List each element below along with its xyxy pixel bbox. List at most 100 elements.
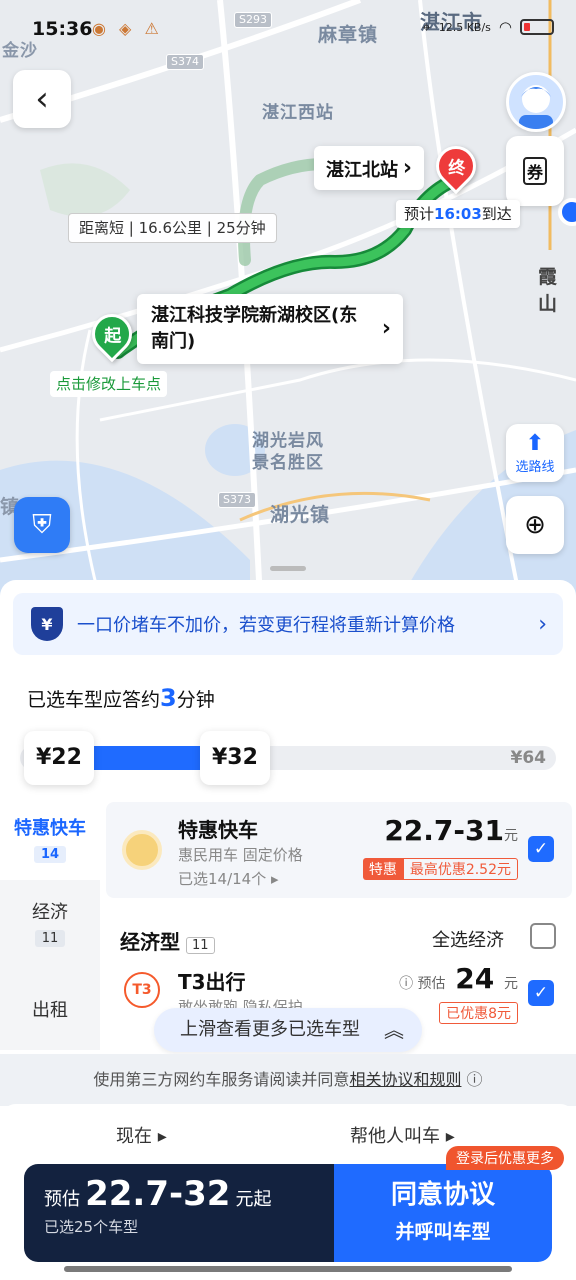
special-selected-text: 已选14/14个 [178, 870, 267, 888]
map-label-huguang-town: 湖光镇 [270, 504, 331, 526]
caret-right-icon: ▸ [271, 870, 279, 888]
tab-special-label: 特惠快车 [14, 818, 86, 839]
info-icon: ⓘ [399, 976, 418, 992]
chevron-right-icon: › [381, 316, 391, 341]
special-checkbox[interactable]: ✓ [528, 836, 554, 862]
special-tags: 特惠 最高优惠2.52元 [362, 858, 518, 880]
special-selected[interactable]: 已选14/14个 ▸ [178, 868, 279, 889]
location-icon: ⌖ [422, 18, 431, 36]
back-button[interactable]: ‹ [13, 70, 71, 128]
special-name: 特惠快车 [178, 818, 258, 842]
answer-time: 已选车型应答约3分钟 [27, 684, 215, 712]
tag-special: 特惠 [362, 858, 403, 880]
info-icon: ⓘ [466, 1070, 483, 1089]
distance-tip[interactable]: 距离短 | 16.6公里 | 25分钟 [68, 213, 277, 243]
t3-checkbox[interactable]: ✓ [528, 980, 554, 1006]
tab-taxi-label: 出租 [32, 1000, 68, 1021]
map-label-xiashan: 霞山 [538, 266, 559, 315]
time-option[interactable]: 现在 ▸ [116, 1122, 167, 1148]
t3-name: T3出行 [178, 970, 246, 994]
agreement-link[interactable]: 相关协议和规则 [349, 1070, 461, 1089]
start-pin-label: 起 [103, 326, 121, 347]
economy-select-all-label[interactable]: 全选经济 [432, 926, 504, 952]
route-arrow-icon: ⬆ [525, 431, 545, 456]
selected-count: 已选25个车型 [44, 1218, 139, 1236]
notification-icons: ◉ ◈ ⚠ [92, 19, 163, 38]
tab-economy-label: 经济 [32, 902, 68, 923]
tag-discount: 已优惠8元 [439, 1002, 518, 1024]
answer-suffix: 分钟 [176, 689, 215, 711]
answer-minutes: 3 [160, 684, 177, 712]
notice-text: 一口价堵车不加价，若变更行程将重新计算价格 [77, 615, 455, 636]
estimate-price: 22.7-32 [85, 1174, 231, 1214]
status-time: 15:36 [32, 18, 93, 40]
tab-economy[interactable]: 经济 11 [0, 880, 100, 970]
chevron-up-icon: ︽ [384, 1018, 404, 1042]
status-right: ⌖ 12.5 KB/s ◠ [422, 18, 554, 36]
coin-icon [122, 830, 162, 870]
caret-right-icon: ▸ [445, 1126, 455, 1147]
t3-est-label: 预估 [417, 976, 446, 992]
tab-special[interactable]: 特惠快车 14 [0, 802, 100, 880]
crosshair-icon: ⊕ [524, 510, 546, 540]
coupon-icon: 券 [522, 157, 547, 185]
t3-price-unit: 元 [504, 976, 518, 992]
tab-economy-count: 11 [34, 930, 66, 947]
t3-price-value: 24 [455, 962, 495, 995]
agreement-prefix: 使用第三方网约车服务请阅读并同意 [93, 1070, 350, 1089]
caret-right-icon: ▸ [157, 1126, 167, 1147]
home-indicator [64, 1266, 512, 1272]
select-route-button[interactable]: ⬆ 选路线 [506, 424, 564, 482]
t3-tags: 已优惠8元 [439, 1002, 518, 1024]
user-avatar-icon [519, 85, 553, 129]
map-label-west-station: 湛江西站 [262, 103, 334, 123]
shield-plus-icon: ⛨ [32, 509, 52, 540]
special-sub: 惠民用车 固定价格 [178, 846, 303, 864]
edit-pickup-link[interactable]: 点击修改上车点 [50, 371, 168, 397]
swipe-more-text: 上滑查看更多已选车型 [180, 1019, 360, 1040]
tab-special-count: 14 [33, 846, 67, 863]
start-name: 湛江科技学院新湖校区(东南门) [151, 305, 358, 352]
price-max-handle[interactable]: ¥32 [200, 731, 270, 785]
avatar[interactable] [506, 72, 566, 132]
call-for-others-option[interactable]: 帮他人叫车 ▸ [350, 1122, 455, 1148]
coupon-button[interactable]: 券 [506, 136, 564, 206]
eta-suffix: 到达 [481, 205, 512, 223]
map-view[interactable]: 金沙 麻章镇 湛江市 湛江西站 霞山 湖光岩风景名胜区 湖光镇 镇 S293 S… [0, 0, 576, 600]
price-max-label: ¥64 [510, 748, 547, 768]
price-slider[interactable]: ¥22 ¥32 ¥64 [20, 731, 556, 785]
chevron-left-icon: ‹ [35, 79, 49, 119]
wifi-icon: ◠ [498, 18, 512, 36]
battery-icon [520, 19, 554, 35]
status-bar: 15:36 ◉ ◈ ⚠ ⌖ 12.5 KB/s ◠ [0, 0, 576, 60]
chevron-right-icon: › [402, 155, 412, 181]
safety-button[interactable]: ⛨ [14, 497, 70, 553]
locate-button[interactable]: ⊕ [506, 496, 564, 554]
fixed-price-notice[interactable]: ¥ 一口价堵车不加价，若变更行程将重新计算价格 › [13, 593, 563, 655]
swipe-more-pill[interactable]: 上滑查看更多已选车型 ︽ [154, 1008, 422, 1052]
check-icon: ✓ [533, 839, 549, 859]
call-car-cta: 预估 22.7-32 元起 已选25个车型 同意协议 并呼叫车型 [24, 1164, 552, 1262]
price-min-handle[interactable]: ¥22 [24, 731, 94, 785]
call-button-label: 并呼叫车型 [395, 1221, 491, 1243]
tab-taxi[interactable]: 出租 [0, 970, 100, 1050]
sheet-handle[interactable] [270, 566, 306, 571]
economy-heading: 经济型 11 [120, 926, 215, 955]
economy-select-all-checkbox[interactable] [530, 923, 556, 949]
select-route-label: 选路线 [515, 460, 555, 475]
time-option-label: 现在 [116, 1126, 152, 1147]
special-price-unit: 元 [504, 828, 518, 844]
destination-bubble[interactable]: 湛江北站 › [314, 146, 424, 190]
special-price: 22.7-31元 [384, 814, 518, 847]
estimate-summary[interactable]: 预估 22.7-32 元起 已选25个车型 [24, 1164, 334, 1262]
special-express-card[interactable]: 特惠快车 惠民用车 固定价格 已选14/14个 ▸ 22.7-31元 特惠 最高优… [106, 802, 572, 898]
start-bubble[interactable]: 湛江科技学院新湖校区(东南门) › [137, 294, 403, 364]
t3-logo-icon: T3 [124, 972, 160, 1008]
login-promo-badge: 登录后优惠更多 [446, 1146, 564, 1170]
economy-count: 11 [186, 937, 215, 954]
eta-tip: 预计16:03到达 [396, 200, 520, 228]
economy-title: 经济型 [120, 930, 180, 954]
eta-time: 16:03 [434, 205, 482, 223]
agree-and-call-button[interactable]: 同意协议 并呼叫车型 [334, 1164, 552, 1262]
destination-name: 湛江北站 [326, 160, 398, 181]
